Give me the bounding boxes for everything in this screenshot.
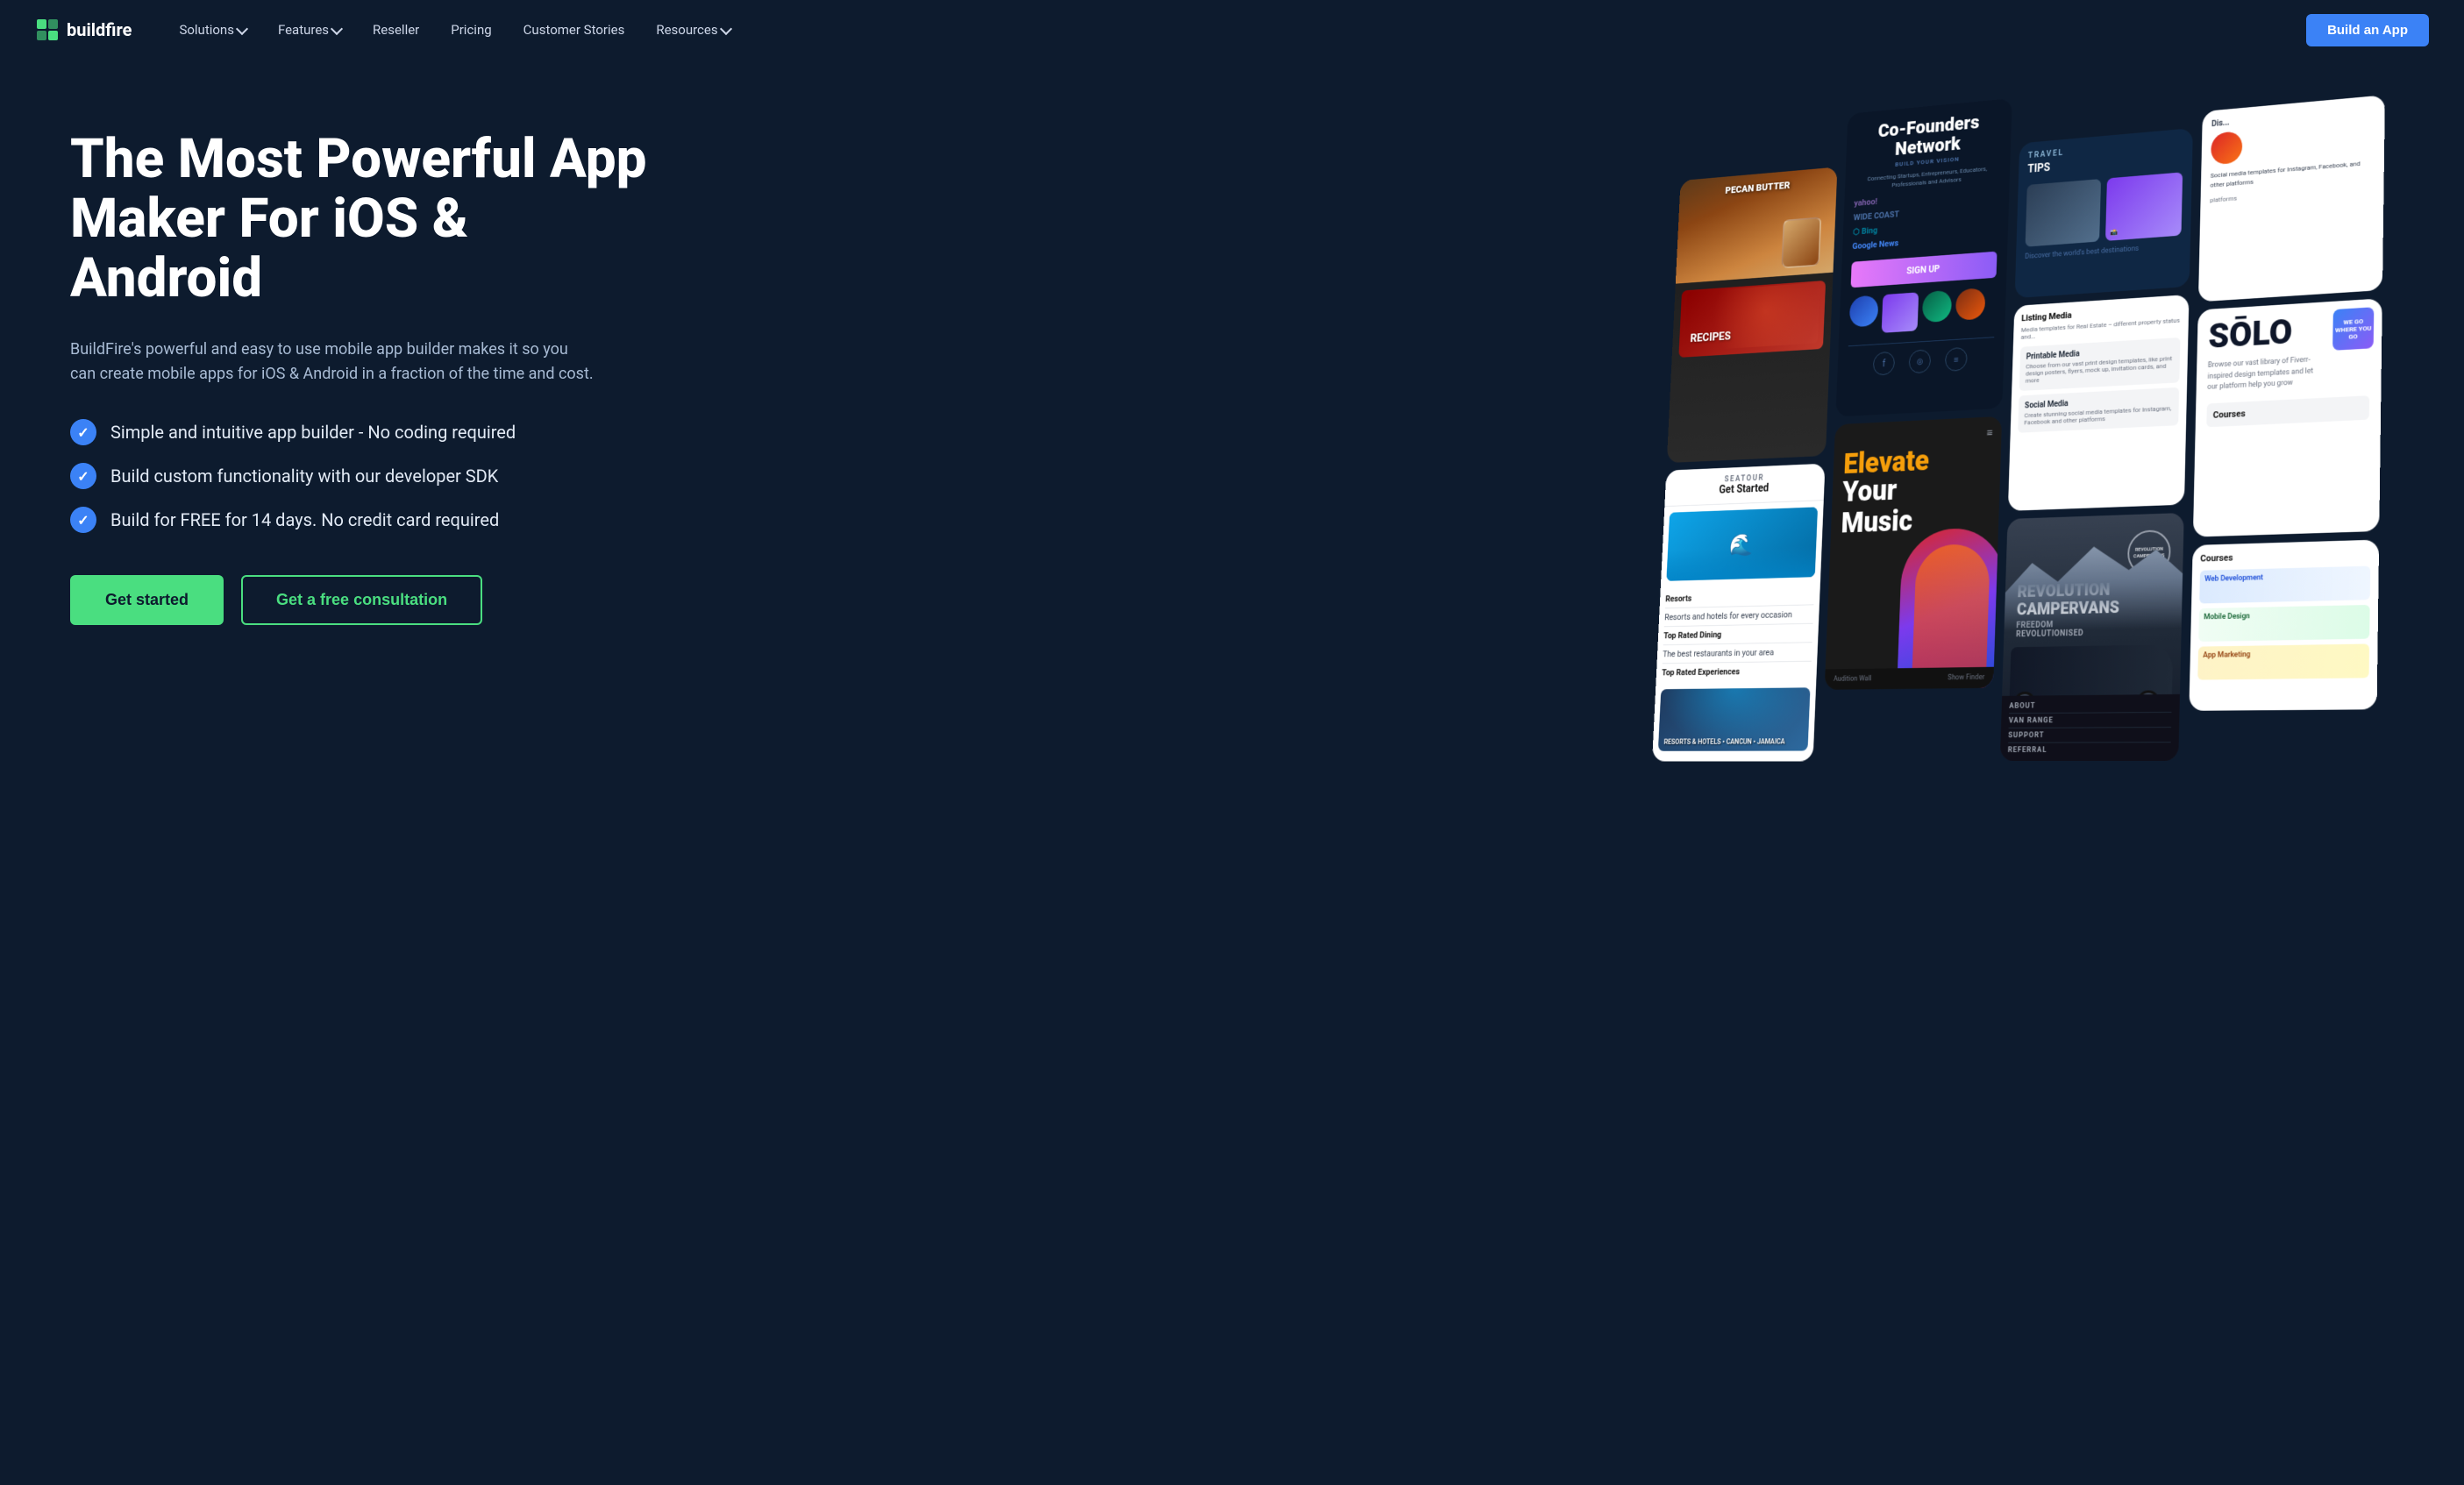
nav-pricing[interactable]: Pricing xyxy=(438,15,503,45)
logo-text: buildfire xyxy=(67,19,132,40)
music-controls: Audition Wall Show Finder xyxy=(1825,667,1994,690)
phone-column-4: Dis... Social media templates for Instag… xyxy=(2172,95,2385,1485)
cofounders-profiles xyxy=(1848,288,1996,336)
social-icons: f ◎ ≡ xyxy=(1847,337,1994,377)
hero-buttons: Get started Get a free consultation xyxy=(70,575,666,625)
profile-1 xyxy=(1849,295,1879,328)
music-screen: ≡ Elevate Your Music Audition Wall Show … xyxy=(1825,416,2002,690)
solo-screen: SŌLO Browse our vast library of Fiverr-i… xyxy=(2193,298,2382,536)
nav-resources[interactable]: Resources xyxy=(644,15,742,45)
courses-screen: Courses Web Development Mobile Design Ap… xyxy=(2189,540,2379,711)
courses-title: Courses xyxy=(2200,548,2370,564)
nav-links: Solutions Features Reseller Pricing Cust… xyxy=(167,15,2306,45)
hero-title: The Most Powerful App Maker For iOS & An… xyxy=(70,130,666,309)
music-content: Elevate Your Music xyxy=(1841,428,1991,537)
check-icon-2 xyxy=(70,463,96,489)
dismiss-label: Dis... xyxy=(2211,105,2375,129)
facebook-icon[interactable]: f xyxy=(1873,352,1895,376)
nav-solutions[interactable]: Solutions xyxy=(167,15,259,45)
menu-icon[interactable]: ≡ xyxy=(1945,347,1968,372)
hero-subtitle: BuildFire's powerful and easy to use mob… xyxy=(70,338,596,388)
nav-reseller[interactable]: Reseller xyxy=(360,15,431,45)
seatour-screen: SEATOUR Get Started Resorts Resorts and … xyxy=(1652,464,1825,762)
seatour-menu-items: Resorts Resorts and hotels for every occ… xyxy=(1662,583,1815,685)
nav-features[interactable]: Features xyxy=(266,15,353,45)
cofounders-screen: Co-Founders Network BUILD YOUR VISION Co… xyxy=(1835,98,2012,416)
instagram-icon[interactable]: ◎ xyxy=(1909,349,1932,373)
checklist-item-3: Build for FREE for 14 days. No credit ca… xyxy=(70,507,666,533)
hero-section: The Most Powerful App Maker For iOS & An… xyxy=(0,60,2464,1485)
checklist-item-2: Build custom functionality with our deve… xyxy=(70,463,666,489)
social-avatar xyxy=(2211,131,2242,165)
signup-button[interactable]: SIGN UP xyxy=(1851,252,1998,288)
hero-visual: SHOP NOW PECAN BUTTER RECIPES xyxy=(1620,76,2464,1485)
seatour-content: Resorts Resorts and hotels for every occ… xyxy=(1652,501,1823,757)
listing-items: Printable Media Choose from our vast pri… xyxy=(2018,338,2180,433)
profile-3 xyxy=(1922,290,1952,323)
profile-4 xyxy=(1955,288,1986,321)
courses-label: Courses xyxy=(2206,395,2369,427)
profile-2 xyxy=(1882,293,1919,333)
seatour-header: SEATOUR Get Started xyxy=(1664,464,1825,507)
build-app-button[interactable]: Build an App xyxy=(2306,14,2429,46)
food-bottom: RECIPES xyxy=(1671,273,1834,372)
navbar: buildfire Solutions Features Reseller Pr… xyxy=(0,0,2464,60)
course-item-2: Mobile Design xyxy=(2198,605,2369,642)
partner-logos: yahoo! WIDE COAST ⬡ Bing Google News xyxy=(1852,187,1999,252)
listing-item-2: Social Media Create stunning social medi… xyxy=(2018,387,2179,433)
music-visual xyxy=(1883,511,2003,689)
free-consultation-button[interactable]: Get a free consultation xyxy=(241,575,482,625)
phone-column-3: TRAVEL TIPS 📸 Discover the world's best … xyxy=(1978,128,2193,1468)
courses-list: Web Development Mobile Design App Market… xyxy=(2197,566,2370,680)
chevron-down-icon xyxy=(236,22,248,34)
travel-screen: TRAVEL TIPS 📸 Discover the world's best … xyxy=(2015,128,2193,298)
solo-badge: WE GO WHERE YOU GO xyxy=(2332,307,2374,351)
social-screen: Dis... Social media templates for Instag… xyxy=(2198,95,2385,302)
course-item-1: Web Development xyxy=(2199,566,2370,604)
check-icon-1 xyxy=(70,419,96,445)
food-app-screen: SHOP NOW PECAN BUTTER RECIPES xyxy=(1667,167,1838,463)
travel-photos: 📸 xyxy=(2026,172,2183,246)
camper-nav: ABOUT VAN RANGE SUPPORT REFERRAL xyxy=(2000,694,2180,761)
check-icon-3 xyxy=(70,507,96,533)
chevron-down-icon xyxy=(720,22,732,34)
hero-checklist: Simple and intuitive app builder - No co… xyxy=(70,419,666,533)
course-item-3: App Marketing xyxy=(2197,643,2369,679)
hero-content: The Most Powerful App Maker For iOS & An… xyxy=(70,112,666,625)
listing-item-1: Printable Media Choose from our vast pri… xyxy=(2019,338,2181,391)
camper-screen: REVOLUTION CAMPERVANS REVOLUTION CAMPERV… xyxy=(2000,513,2184,761)
courses-section: Courses xyxy=(2206,395,2369,427)
solo-desc: Browse our vast library of Fiverr-inspir… xyxy=(2207,354,2319,393)
checklist-item-1: Simple and intuitive app builder - No co… xyxy=(70,419,666,445)
get-started-button[interactable]: Get started xyxy=(70,575,224,625)
nav-customer-stories[interactable]: Customer Stories xyxy=(511,15,637,45)
logo[interactable]: buildfire xyxy=(35,18,132,42)
seatour-image xyxy=(1666,507,1818,580)
chevron-down-icon xyxy=(331,22,343,34)
listing-screen: Listing Media Media templates for Real E… xyxy=(2008,295,2190,511)
logo-icon xyxy=(35,18,60,42)
food-hero-image: SHOP NOW PECAN BUTTER xyxy=(1676,167,1838,283)
music-label: Music xyxy=(1841,504,1989,537)
cofounders-header: Co-Founders Network BUILD YOUR VISION Co… xyxy=(1855,110,2002,192)
recipes-section: RECIPES xyxy=(1678,281,1826,358)
